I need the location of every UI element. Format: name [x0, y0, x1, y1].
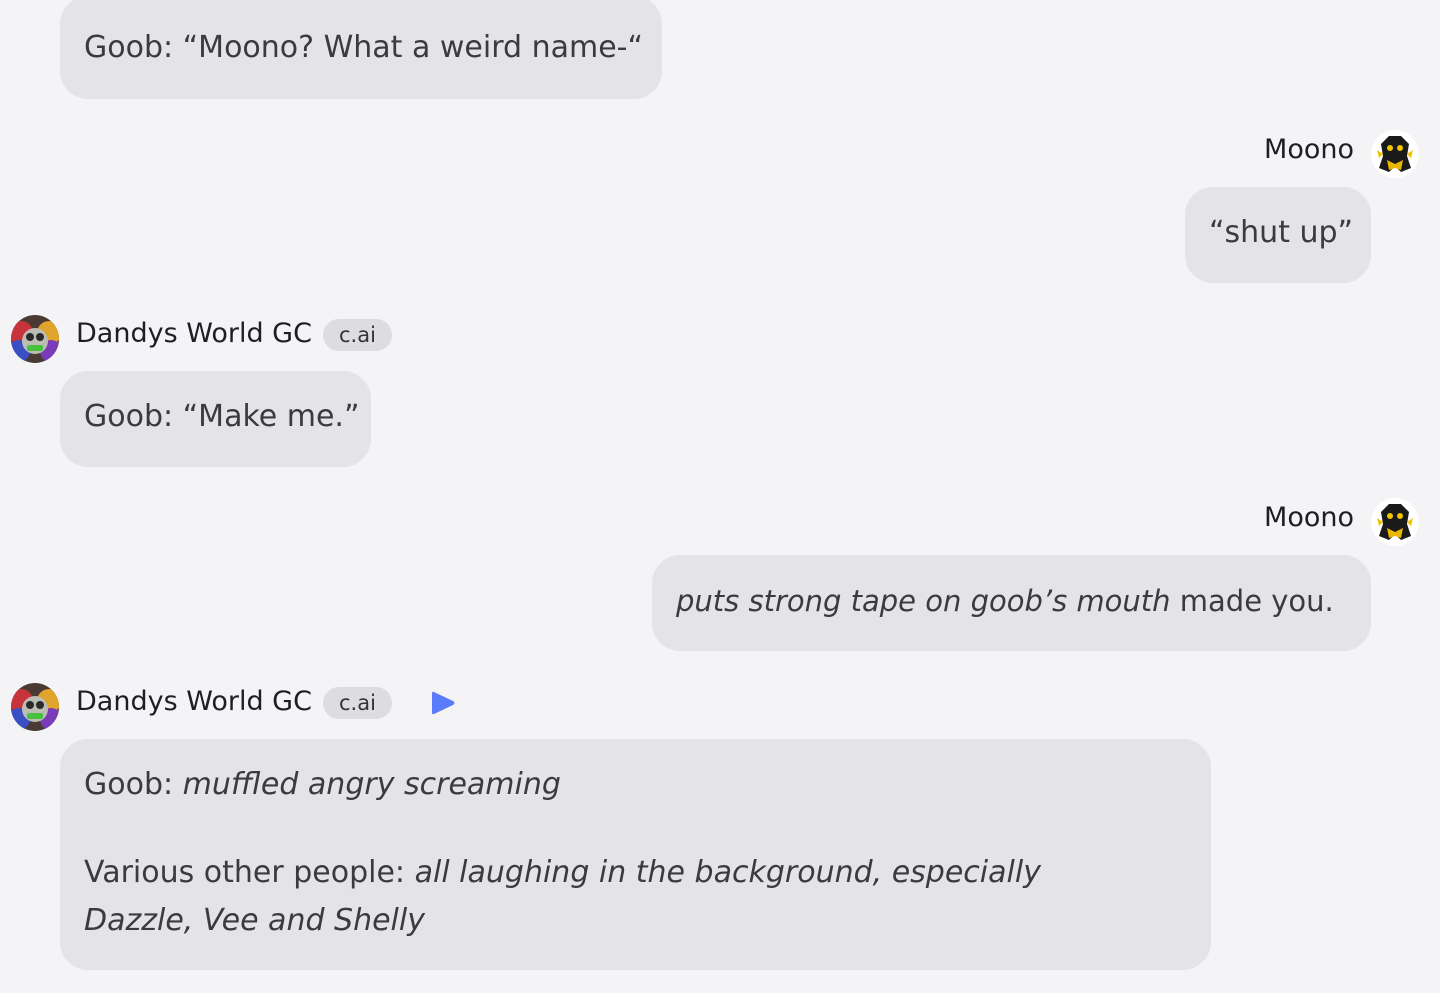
message-bubble-5: Goob: muffled angry screaming Various ot… — [60, 739, 1211, 970]
user-avatar[interactable] — [1371, 130, 1419, 178]
action-text: muffled angry screaming — [182, 767, 561, 802]
sender-name: Moono — [1264, 502, 1354, 533]
rainbow-character-avatar-icon — [11, 683, 59, 731]
message-bubble-4: puts strong tape on goob’s mouth made yo… — [652, 555, 1371, 651]
bot-avatar[interactable] — [11, 315, 59, 363]
message-bubble-1: Goob: “Moono? What a weird name-“ — [60, 0, 662, 99]
message-bubble-3: Goob: “Make me.” — [60, 371, 371, 467]
action-text: puts strong tape on goob’s mouth — [676, 584, 1171, 618]
message-text: Goob: “Moono? What a weird name-“ — [84, 30, 644, 65]
sender-name: Dandys World GC — [76, 318, 312, 349]
message-text: “shut up” — [1209, 215, 1354, 250]
play-icon[interactable] — [430, 689, 456, 721]
message-text: made you. — [1179, 584, 1334, 618]
sender-name: Dandys World GC — [76, 686, 312, 717]
message-bubble-2: “shut up” — [1185, 187, 1371, 283]
character-avatar-icon — [1371, 130, 1419, 178]
message-line-2: Various other people: all laughing in th… — [84, 849, 1144, 945]
speaker-label: Various other people: — [84, 855, 406, 890]
cai-badge: c.ai — [323, 319, 392, 351]
character-avatar-icon — [1371, 498, 1419, 546]
sender-name: Moono — [1264, 134, 1354, 165]
rainbow-character-avatar-icon — [11, 315, 59, 363]
message-line-1: Goob: muffled angry screaming — [84, 761, 1187, 809]
cai-badge: c.ai — [323, 687, 392, 719]
speaker-label: Goob: — [84, 767, 174, 802]
message-text: Goob: “Make me.” — [84, 399, 360, 434]
bot-avatar[interactable] — [11, 683, 59, 731]
user-avatar[interactable] — [1371, 498, 1419, 546]
